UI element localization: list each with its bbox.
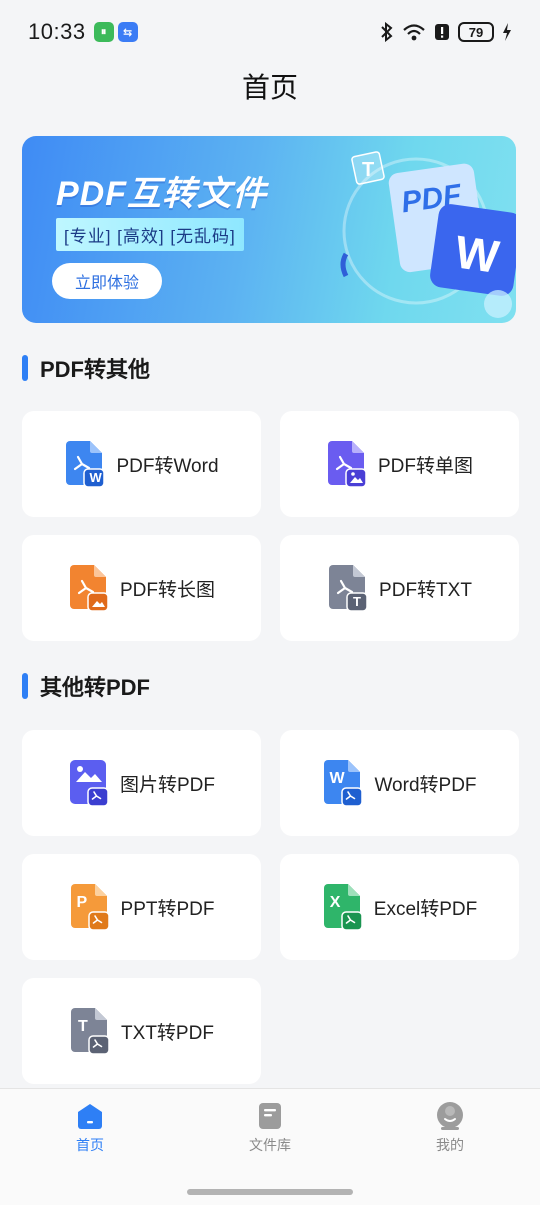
- card-label: Word转PDF: [374, 774, 477, 796]
- word-to-pdf-icon: W: [322, 760, 364, 806]
- txt-letter: T: [78, 1018, 88, 1035]
- txt-to-pdf-card[interactable]: T TXT转PDF: [22, 978, 261, 1084]
- pdf-to-txt-icon: T: [327, 565, 369, 611]
- promo-banner[interactable]: PDF互转文件 [专业] [高效] [无乱码] 立即体验 T PDF W: [22, 136, 516, 323]
- status-app-icons: ⏸ ⇆: [93, 22, 138, 42]
- image-to-pdf-icon: [68, 760, 110, 806]
- alert-icon: [435, 24, 449, 40]
- file-library-icon: [259, 1103, 281, 1129]
- status-time: 10:33: [28, 19, 86, 44]
- card-label: PDF转Word: [116, 455, 219, 477]
- tab-profile[interactable]: 我的: [390, 1101, 510, 1155]
- pdf-to-txt-card[interactable]: T PDF转TXT: [280, 535, 519, 641]
- banner-tags: [专业] [高效] [无乱码]: [56, 218, 244, 251]
- pdf-to-image-icon: [326, 441, 368, 487]
- excel-to-pdf-icon: X: [322, 884, 364, 930]
- tab-label: 文件库: [249, 1137, 291, 1153]
- tab-home[interactable]: 首页: [30, 1101, 150, 1155]
- excel-letter: X: [329, 894, 341, 911]
- txt-to-pdf-icon: T: [69, 1008, 111, 1054]
- pdf-to-word-icon: W: [64, 441, 106, 487]
- word-letter: W: [329, 770, 345, 787]
- status-right: 79: [380, 22, 512, 42]
- profile-icon: [437, 1102, 463, 1130]
- try-now-button[interactable]: 立即体验: [52, 263, 162, 299]
- banner-word-letter: W: [452, 225, 503, 283]
- card-label: PDF转单图: [377, 455, 473, 477]
- section-title: 其他转PDF: [40, 675, 151, 700]
- pdf-to-word-card[interactable]: W PDF转Word: [22, 411, 261, 517]
- txt-letter: T: [353, 594, 361, 609]
- ppt-to-pdf-icon: P: [69, 884, 111, 930]
- home-icon: [78, 1104, 102, 1129]
- pdf-to-long-image-card[interactable]: PDF转长图: [22, 535, 261, 641]
- tab-file-library[interactable]: 文件库: [210, 1101, 330, 1155]
- card-label: TXT转PDF: [121, 1022, 214, 1044]
- home-indicator[interactable]: [187, 1189, 353, 1195]
- image-to-pdf-card[interactable]: 图片转PDF: [22, 730, 261, 836]
- tab-label: 首页: [76, 1137, 104, 1153]
- tab-label: 我的: [436, 1137, 464, 1153]
- card-label: PDF转TXT: [379, 579, 472, 601]
- status-bar: 10:33 ⏸ ⇆ 79: [0, 0, 540, 64]
- pdf-to-image-card[interactable]: PDF转单图: [280, 411, 519, 517]
- ppt-letter: P: [76, 894, 88, 911]
- pdf-word-illustration: T PDF W: [340, 151, 516, 318]
- section-title: PDF转其他: [40, 357, 151, 382]
- charging-icon: [503, 23, 511, 41]
- ppt-to-pdf-card[interactable]: P PPT转PDF: [22, 854, 261, 960]
- section-pdf-to-other: PDF转其他: [22, 352, 150, 384]
- banner-t-letter: T: [362, 159, 374, 181]
- pdf-to-long-image-icon: [68, 565, 110, 611]
- section-accent-bar: [22, 355, 28, 381]
- section-other-to-pdf: 其他转PDF: [22, 670, 150, 702]
- page-title: 首页: [241, 72, 298, 103]
- bottom-tab-bar: 首页 文件库 我的: [0, 1088, 540, 1205]
- usb-icon: ⇆: [117, 22, 138, 42]
- card-label: PDF转长图: [119, 579, 215, 601]
- word-to-pdf-card[interactable]: W Word转PDF: [280, 730, 519, 836]
- card-label: Excel转PDF: [373, 898, 478, 920]
- wifi-icon: [403, 24, 425, 41]
- card-label: PPT转PDF: [120, 898, 215, 920]
- battery-indicator: 79: [458, 22, 494, 42]
- card-label: 图片转PDF: [119, 774, 215, 796]
- bluetooth-icon: [381, 22, 393, 42]
- banner-title: PDF互转文件: [56, 175, 267, 213]
- word-letter: W: [89, 470, 102, 485]
- app-notification-icon: ⏸: [93, 22, 114, 42]
- section-accent-bar: [22, 673, 28, 699]
- excel-to-pdf-card[interactable]: X Excel转PDF: [280, 854, 519, 960]
